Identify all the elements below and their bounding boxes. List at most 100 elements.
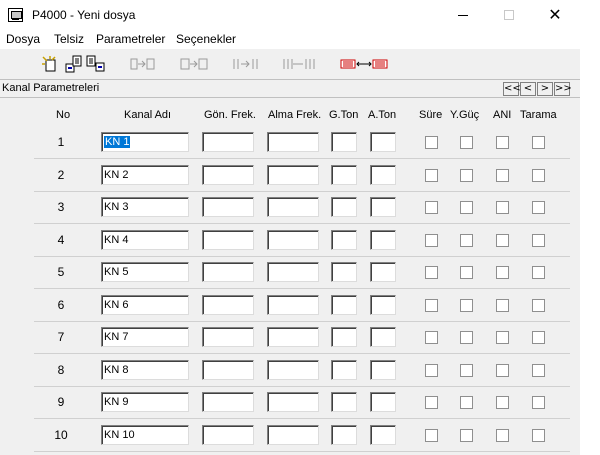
scan-checkbox[interactable] xyxy=(532,396,545,409)
rx-tone-input[interactable] xyxy=(370,165,396,185)
high-power-checkbox[interactable] xyxy=(460,396,473,409)
tx-tone-input[interactable] xyxy=(331,230,357,250)
ani-checkbox[interactable] xyxy=(496,331,509,344)
scan-checkbox[interactable] xyxy=(532,201,545,214)
ani-checkbox[interactable] xyxy=(496,136,509,149)
ani-checkbox[interactable] xyxy=(496,364,509,377)
ani-checkbox[interactable] xyxy=(496,429,509,442)
rx-tone-input[interactable] xyxy=(370,360,396,380)
duration-checkbox[interactable] xyxy=(425,331,438,344)
channel-name-input[interactable]: KN 2 xyxy=(101,165,189,185)
ani-checkbox[interactable] xyxy=(496,169,509,182)
duration-checkbox[interactable] xyxy=(425,299,438,312)
channel-name-input[interactable]: KN 6 xyxy=(101,295,189,315)
transfer-both-button[interactable] xyxy=(340,53,388,75)
scan-checkbox[interactable] xyxy=(532,299,545,312)
tx-freq-input[interactable] xyxy=(202,360,254,380)
copy-channel-button[interactable] xyxy=(232,53,262,75)
scan-checkbox[interactable] xyxy=(532,429,545,442)
scan-checkbox[interactable] xyxy=(532,136,545,149)
rx-freq-input[interactable] xyxy=(267,392,319,412)
high-power-checkbox[interactable] xyxy=(460,201,473,214)
duration-checkbox[interactable] xyxy=(425,396,438,409)
rx-freq-input[interactable] xyxy=(267,197,319,217)
rx-tone-input[interactable] xyxy=(370,230,396,250)
scan-checkbox[interactable] xyxy=(532,364,545,377)
duration-checkbox[interactable] xyxy=(425,234,438,247)
tx-freq-input[interactable] xyxy=(202,197,254,217)
tx-tone-input[interactable] xyxy=(331,327,357,347)
tx-freq-input[interactable] xyxy=(202,327,254,347)
channel-name-input[interactable]: KN 10 xyxy=(101,425,189,445)
rx-tone-input[interactable] xyxy=(370,392,396,412)
duration-checkbox[interactable] xyxy=(425,364,438,377)
scan-checkbox[interactable] xyxy=(532,331,545,344)
channel-name-input[interactable]: KN 5 xyxy=(101,262,189,282)
channel-name-input[interactable]: KN 9 xyxy=(101,392,189,412)
tx-tone-input[interactable] xyxy=(331,132,357,152)
menu-parametreler[interactable]: Parametreler xyxy=(96,32,165,46)
tx-tone-input[interactable] xyxy=(331,197,357,217)
menu-telsiz[interactable]: Telsiz xyxy=(54,32,84,46)
menu-secenekler[interactable]: Seçenekler xyxy=(176,32,236,46)
tx-freq-input[interactable] xyxy=(202,132,254,152)
ani-checkbox[interactable] xyxy=(496,201,509,214)
scan-checkbox[interactable] xyxy=(532,266,545,279)
ani-checkbox[interactable] xyxy=(496,266,509,279)
app-radio-icon[interactable] xyxy=(8,8,23,22)
scan-checkbox[interactable] xyxy=(532,169,545,182)
rx-tone-input[interactable] xyxy=(370,425,396,445)
rx-tone-input[interactable] xyxy=(370,327,396,347)
rx-tone-input[interactable] xyxy=(370,295,396,315)
high-power-checkbox[interactable] xyxy=(460,169,473,182)
high-power-checkbox[interactable] xyxy=(460,299,473,312)
channel-name-input[interactable]: KN 7 xyxy=(101,327,189,347)
copy-right-alt-button[interactable] xyxy=(180,53,210,75)
high-power-checkbox[interactable] xyxy=(460,136,473,149)
scan-checkbox[interactable] xyxy=(532,234,545,247)
rx-freq-input[interactable] xyxy=(267,295,319,315)
copy-range-button[interactable] xyxy=(282,53,316,75)
channel-name-input[interactable]: KN 3 xyxy=(101,197,189,217)
rx-tone-input[interactable] xyxy=(370,132,396,152)
tx-tone-input[interactable] xyxy=(331,165,357,185)
duration-checkbox[interactable] xyxy=(425,201,438,214)
ani-checkbox[interactable] xyxy=(496,396,509,409)
save-file-button[interactable] xyxy=(86,53,106,75)
tx-tone-input[interactable] xyxy=(331,262,357,282)
rx-freq-input[interactable] xyxy=(267,165,319,185)
nav-last-button[interactable]: >> xyxy=(554,82,572,96)
rx-freq-input[interactable] xyxy=(267,425,319,445)
channel-name-input[interactable]: KN 8 xyxy=(101,360,189,380)
tx-freq-input[interactable] xyxy=(202,230,254,250)
nav-first-button[interactable]: << xyxy=(503,82,521,96)
tx-tone-input[interactable] xyxy=(331,425,357,445)
duration-checkbox[interactable] xyxy=(425,136,438,149)
tx-freq-input[interactable] xyxy=(202,295,254,315)
duration-checkbox[interactable] xyxy=(425,429,438,442)
rx-freq-input[interactable] xyxy=(267,327,319,347)
tx-freq-input[interactable] xyxy=(202,392,254,412)
high-power-checkbox[interactable] xyxy=(460,364,473,377)
duration-checkbox[interactable] xyxy=(425,266,438,279)
tx-tone-input[interactable] xyxy=(331,392,357,412)
channel-name-input[interactable]: KN 4 xyxy=(101,230,189,250)
rx-freq-input[interactable] xyxy=(267,262,319,282)
maximize-button[interactable] xyxy=(486,0,532,30)
rx-freq-input[interactable] xyxy=(267,360,319,380)
high-power-checkbox[interactable] xyxy=(460,429,473,442)
tx-tone-input[interactable] xyxy=(331,360,357,380)
rx-tone-input[interactable] xyxy=(370,262,396,282)
nav-prev-button[interactable]: < xyxy=(520,82,536,96)
new-file-button[interactable] xyxy=(40,53,60,75)
duration-checkbox[interactable] xyxy=(425,169,438,182)
high-power-checkbox[interactable] xyxy=(460,266,473,279)
open-file-button[interactable] xyxy=(64,53,84,75)
minimize-button[interactable] xyxy=(440,0,486,30)
high-power-checkbox[interactable] xyxy=(460,234,473,247)
menu-dosya[interactable]: Dosya xyxy=(6,32,40,46)
high-power-checkbox[interactable] xyxy=(460,331,473,344)
ani-checkbox[interactable] xyxy=(496,299,509,312)
nav-next-button[interactable]: > xyxy=(537,82,553,96)
ani-checkbox[interactable] xyxy=(496,234,509,247)
